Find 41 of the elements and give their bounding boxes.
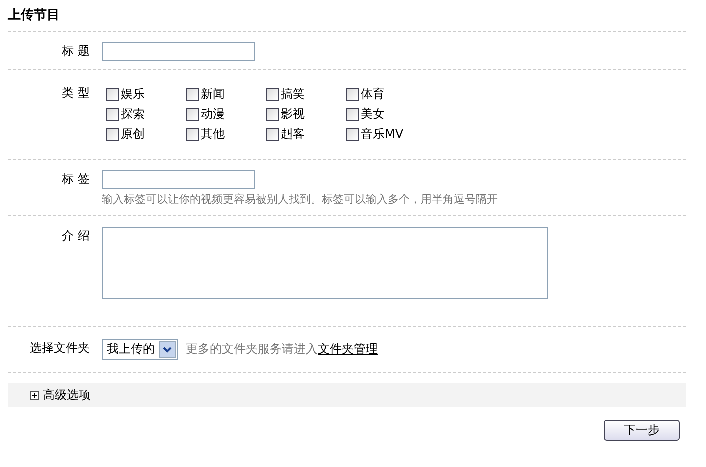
checkbox-label: 娱乐: [121, 86, 145, 103]
folder-manage-link[interactable]: 文件夹管理: [318, 339, 378, 360]
checkbox-label: 新闻: [201, 86, 225, 103]
checkbox[interactable]: [266, 88, 279, 101]
checkbox[interactable]: [346, 128, 359, 141]
checkbox[interactable]: [186, 128, 199, 141]
checkbox-label: 搞笑: [281, 86, 305, 103]
checkbox-label: 原创: [121, 126, 145, 143]
text-field[interactable]: [102, 42, 255, 61]
checkbox[interactable]: [186, 88, 199, 101]
description-field[interactable]: [102, 227, 548, 299]
checkbox-label: 音乐MV: [361, 126, 404, 143]
checkbox-label: 美女: [361, 106, 385, 123]
checkbox[interactable]: [266, 128, 279, 141]
hint-text: 输入标签可以让你的视频更容易被别人找到。标签可以输入多个，用半角逗号隔开: [102, 192, 498, 207]
page-title: 上传节目: [8, 4, 686, 32]
text-field[interactable]: [102, 170, 255, 189]
folder-select[interactable]: 我上传的: [102, 339, 178, 360]
checkbox-label: 动漫: [201, 106, 225, 123]
checkbox[interactable]: [186, 108, 199, 121]
checkbox-label: 其他: [201, 126, 225, 143]
checkbox[interactable]: [106, 128, 119, 141]
field-label: 介 绍: [61, 228, 91, 245]
checkbox[interactable]: [266, 108, 279, 121]
field-label: 选择文件夹: [29, 340, 91, 357]
advanced-options-bar[interactable]: 高级选项: [8, 383, 686, 407]
caret-icon: [163, 346, 172, 352]
checkbox[interactable]: [106, 88, 119, 101]
checkbox[interactable]: [346, 88, 359, 101]
folder-note: 更多的文件夹服务请进入: [186, 341, 318, 358]
checkbox-label: 探索: [121, 106, 145, 123]
field-label: 标 签: [61, 171, 91, 188]
checkbox-label: 影视: [281, 106, 305, 123]
next-button[interactable]: 下一步: [604, 420, 680, 441]
checkbox-label: 赳客: [281, 126, 305, 143]
field-label: 标 题: [61, 43, 91, 60]
checkbox[interactable]: [106, 108, 119, 121]
field-label: 类 型: [61, 85, 91, 102]
checkbox-label: 体育: [361, 86, 385, 103]
advanced-options-label: 高级选项: [43, 386, 91, 404]
checkbox[interactable]: [346, 108, 359, 121]
